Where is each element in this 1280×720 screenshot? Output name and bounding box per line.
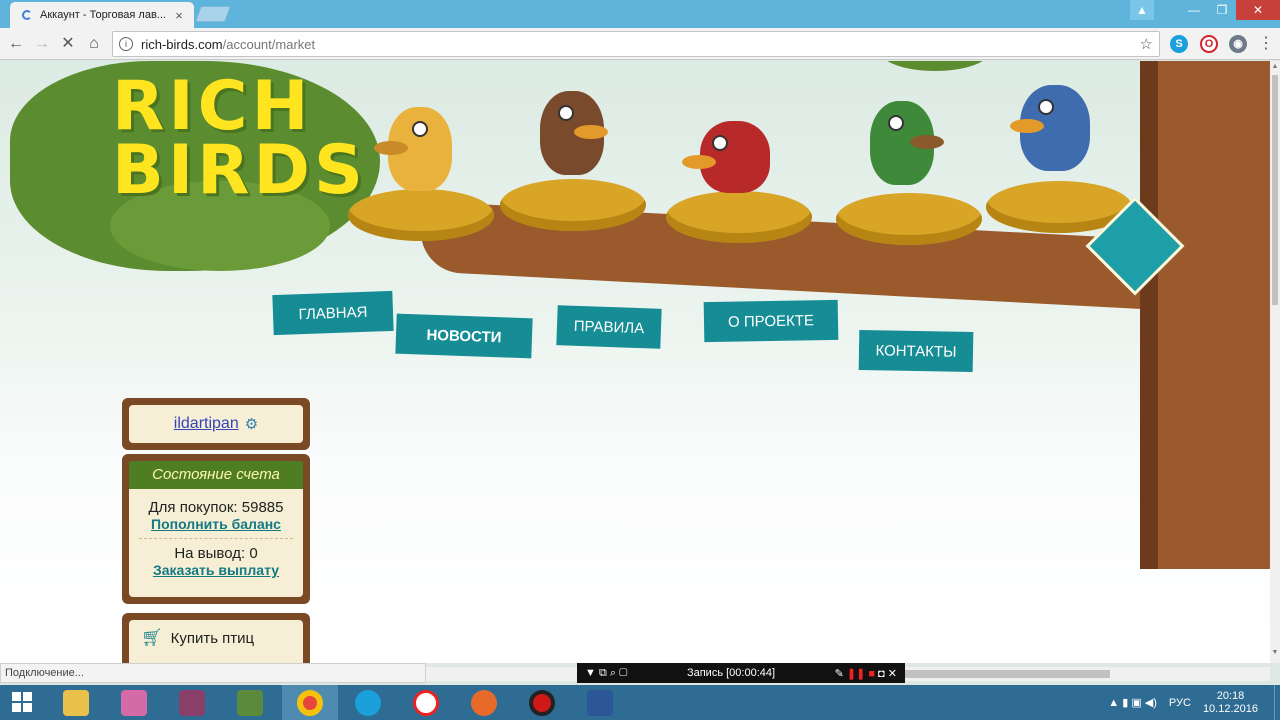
bird-blue (1010, 85, 1090, 171)
scroll-down-icon[interactable]: ▼ (1270, 649, 1280, 661)
bird-yellow (374, 107, 452, 191)
system-tray: ▲ ▮ ▣ ◀) РУС 20:18 10.12.2016 (1108, 685, 1280, 720)
home-icon[interactable]: ⌂ (84, 34, 104, 54)
gear-icon[interactable]: ⚙ (245, 415, 258, 433)
logo-line2: BIRDS (112, 131, 367, 210)
recorder-title: Запись [00:00:44] (686, 667, 776, 679)
nest (500, 179, 646, 231)
site-logo[interactable]: RICH BIRDS (112, 67, 367, 210)
withdraw-balance: На вывод: 0 (174, 545, 258, 562)
skype-extension-icon[interactable]: S (1170, 35, 1188, 53)
language-indicator[interactable]: РУС (1169, 697, 1191, 709)
taskbar-word-icon[interactable] (572, 685, 628, 720)
clock-time: 20:18 (1216, 689, 1245, 702)
address-bar[interactable]: i rich-birds.com /account/market ☆ (112, 31, 1160, 57)
taskbar: ▲ ▮ ▣ ◀) РУС 20:18 10.12.2016 (0, 685, 1280, 720)
tab-close-icon[interactable]: × (172, 8, 186, 23)
recorder-menu-icon[interactable]: ▼ ⧉ ⌕ ▢ (585, 667, 627, 680)
cart-icon: 🛒︎ (141, 628, 163, 647)
browser-titlebar: Аккаунт - Торговая лав... × ▲ — ❐ ✕ (0, 0, 1280, 28)
vertical-scrollbar[interactable]: ▲ ▼ (1270, 61, 1280, 663)
shop-panel: 🛒︎ Купить птиц (122, 613, 310, 663)
status-bar: Подключение... (0, 663, 426, 683)
nest (836, 193, 982, 245)
bird-brown (540, 91, 608, 175)
tree-foliage-top (880, 61, 990, 71)
show-desktop-button[interactable] (1274, 685, 1280, 720)
tray-icons[interactable]: ▲ ▮ ▣ ◀) (1108, 696, 1157, 709)
taskbar-minecraft-icon[interactable] (222, 685, 278, 720)
nav-contacts[interactable]: КОНТАКТЫ (858, 330, 974, 372)
nest (666, 191, 812, 243)
divider (139, 538, 293, 539)
browser-tab[interactable]: Аккаунт - Торговая лав... × (10, 2, 194, 28)
url-host: rich-birds.com (141, 36, 223, 52)
browser-toolbar: ← → ✕ ⌂ i rich-birds.com /account/market… (0, 28, 1280, 60)
payout-link[interactable]: Заказать выплату (129, 562, 303, 578)
start-button[interactable] (0, 685, 46, 720)
bird-green (870, 101, 944, 185)
stop-icon[interactable]: ✕ (58, 34, 78, 54)
account-title: Состояние счета (129, 461, 303, 489)
scroll-up-icon[interactable]: ▲ (1270, 63, 1280, 75)
taskbar-skype-icon[interactable] (340, 685, 396, 720)
loading-spinner-icon (22, 10, 32, 20)
back-icon[interactable]: ← (6, 34, 26, 54)
url-path: /account/market (222, 36, 316, 52)
maximize-button[interactable]: ❐ (1208, 0, 1236, 20)
logo-line1: RICH (112, 67, 313, 146)
page-content: RICH BIRDS ГЛАВНАЯ НОВОСТИ ПРАВИЛА О ПРО… (0, 61, 1270, 663)
taskbar-yandex-icon[interactable] (398, 685, 454, 720)
account-panel: Состояние счета Для покупок: 59885 Попол… (122, 454, 310, 604)
minimize-button[interactable]: — (1180, 0, 1208, 20)
taskbar-app2-icon[interactable] (456, 685, 512, 720)
opera-extension-icon[interactable]: O (1200, 35, 1218, 53)
site-info-icon[interactable]: i (119, 37, 133, 51)
buy-birds-label: Купить птиц (170, 629, 255, 647)
nav-home[interactable]: ГЛАВНАЯ (272, 290, 394, 336)
vpn-extension-icon[interactable]: ◉ (1229, 35, 1247, 53)
tree-trunk (1140, 61, 1270, 569)
taskbar-chrome-icon[interactable] (282, 685, 338, 720)
nest (348, 189, 494, 241)
clock-date: 10.12.2016 (1202, 702, 1258, 715)
username-link[interactable]: ildartipan (174, 415, 239, 433)
buy-birds-item[interactable]: 🛒︎ Купить птиц (129, 620, 303, 656)
bird-red (682, 121, 770, 193)
taskbar-app-icon[interactable] (106, 685, 162, 720)
profile-icon[interactable]: ▲ (1130, 0, 1154, 20)
taskbar-explorer-icon[interactable] (48, 685, 104, 720)
recorder-controls[interactable]: ✎ ❚❚ ■ ◘ ✕ (835, 667, 897, 680)
menu-icon[interactable]: ⋮ (1256, 34, 1276, 54)
window-controls: ▲ — ❐ ✕ (1130, 0, 1280, 20)
scroll-thumb[interactable] (1272, 75, 1278, 305)
nav-news[interactable]: НОВОСТИ (395, 313, 533, 359)
new-tab-button[interactable] (195, 6, 231, 22)
nav-rules[interactable]: ПРАВИЛА (556, 305, 662, 349)
topup-link[interactable]: Пополнить баланс (129, 516, 303, 532)
nav-about[interactable]: О ПРОЕКТЕ (703, 299, 839, 343)
tab-title: Аккаунт - Торговая лав... (40, 9, 166, 21)
close-window-button[interactable]: ✕ (1236, 0, 1280, 20)
purchases-balance: Для покупок: 59885 (148, 499, 284, 516)
forward-icon[interactable]: → (32, 34, 52, 54)
screen-recorder-bar: ▼ ⧉ ⌕ ▢ Запись [00:00:44] ✎ ❚❚ ■ ◘ ✕ (577, 663, 905, 683)
taskbar-winrar-icon[interactable] (164, 685, 220, 720)
clock[interactable]: 20:18 10.12.2016 (1203, 690, 1258, 716)
taskbar-recorder-icon[interactable] (514, 685, 570, 720)
bookmark-star-icon[interactable]: ☆ (1140, 35, 1153, 53)
user-panel: ildartipan ⚙ (122, 398, 310, 450)
